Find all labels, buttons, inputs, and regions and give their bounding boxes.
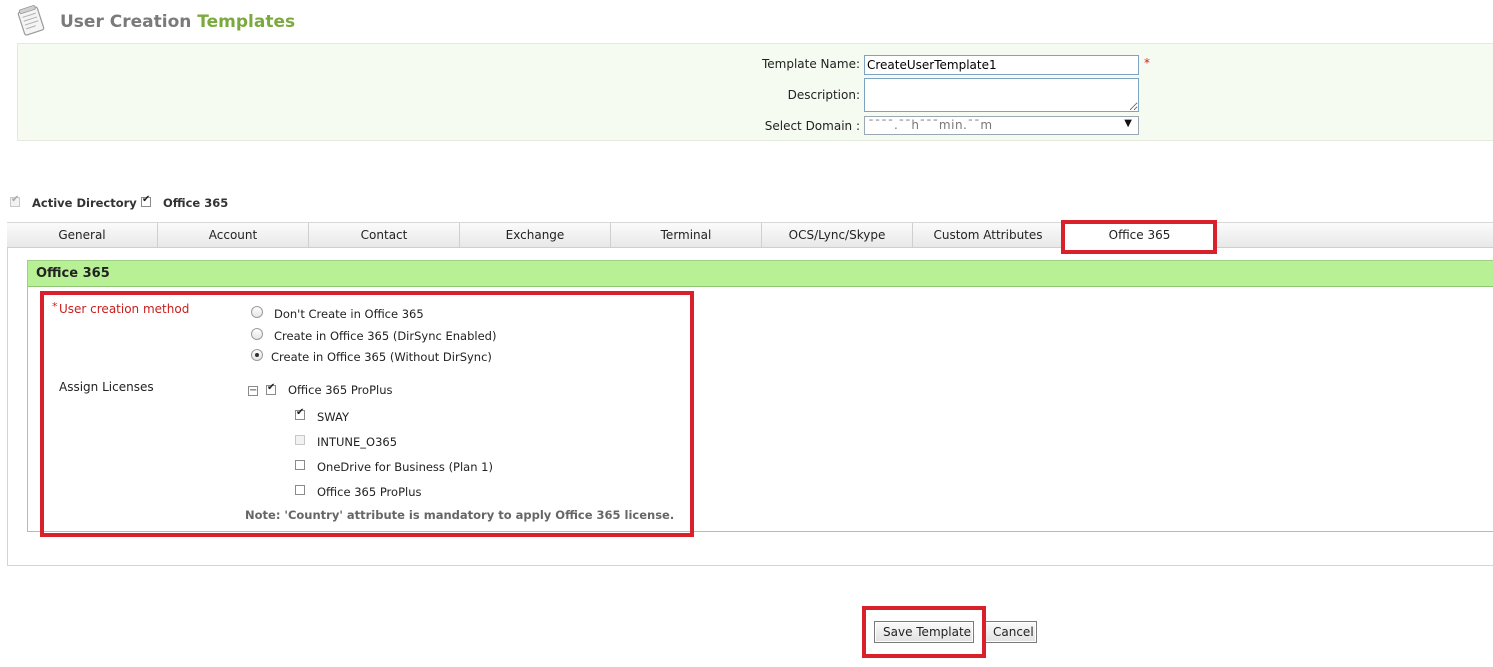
dropdown-arrow-icon: ▼ <box>1124 118 1132 129</box>
page-title-main: User Creation <box>60 12 192 32</box>
active-directory-label: Active Directory <box>32 196 137 210</box>
tab-general[interactable]: General <box>7 223 158 248</box>
select-domain-label: Select Domain : <box>764 119 860 133</box>
tab-account[interactable]: Account <box>158 223 309 248</box>
tab-custom-attributes[interactable]: Custom Attributes <box>913 223 1064 248</box>
page-title: User Creation Templates <box>60 12 295 32</box>
tab-contact[interactable]: Contact <box>309 223 460 248</box>
page-title-accent: Templates <box>197 12 296 32</box>
notepad-icon <box>14 4 48 38</box>
active-directory-checkbox[interactable] <box>10 194 20 207</box>
tab-exchange[interactable]: Exchange <box>460 223 611 248</box>
domain-select-value: ˉˉˉˉ.ˉˉhˉˉˉmin.ˉˉm <box>868 118 993 132</box>
template-name-label: Template Name: <box>761 57 860 71</box>
cancel-button[interactable]: Cancel <box>984 621 1037 643</box>
section-title: Office 365 <box>36 266 110 281</box>
description-textarea[interactable] <box>864 78 1139 112</box>
office365-product-label: Office 365 <box>163 196 229 210</box>
template-name-required-mark: * <box>1144 56 1150 70</box>
highlight-frame-save <box>862 606 986 658</box>
section-header-bar <box>28 261 1493 287</box>
tab-terminal[interactable]: Terminal <box>611 223 762 248</box>
description-label: Description: <box>787 88 860 102</box>
office365-product-checkbox[interactable] <box>141 194 151 207</box>
tab-ocs-lync-skype[interactable]: OCS/Lync/Skype <box>762 223 913 248</box>
template-name-input[interactable] <box>864 55 1139 75</box>
domain-select[interactable]: ˉˉˉˉ.ˉˉhˉˉˉmin.ˉˉm ▼ <box>864 116 1139 135</box>
highlight-frame-options <box>40 291 694 537</box>
